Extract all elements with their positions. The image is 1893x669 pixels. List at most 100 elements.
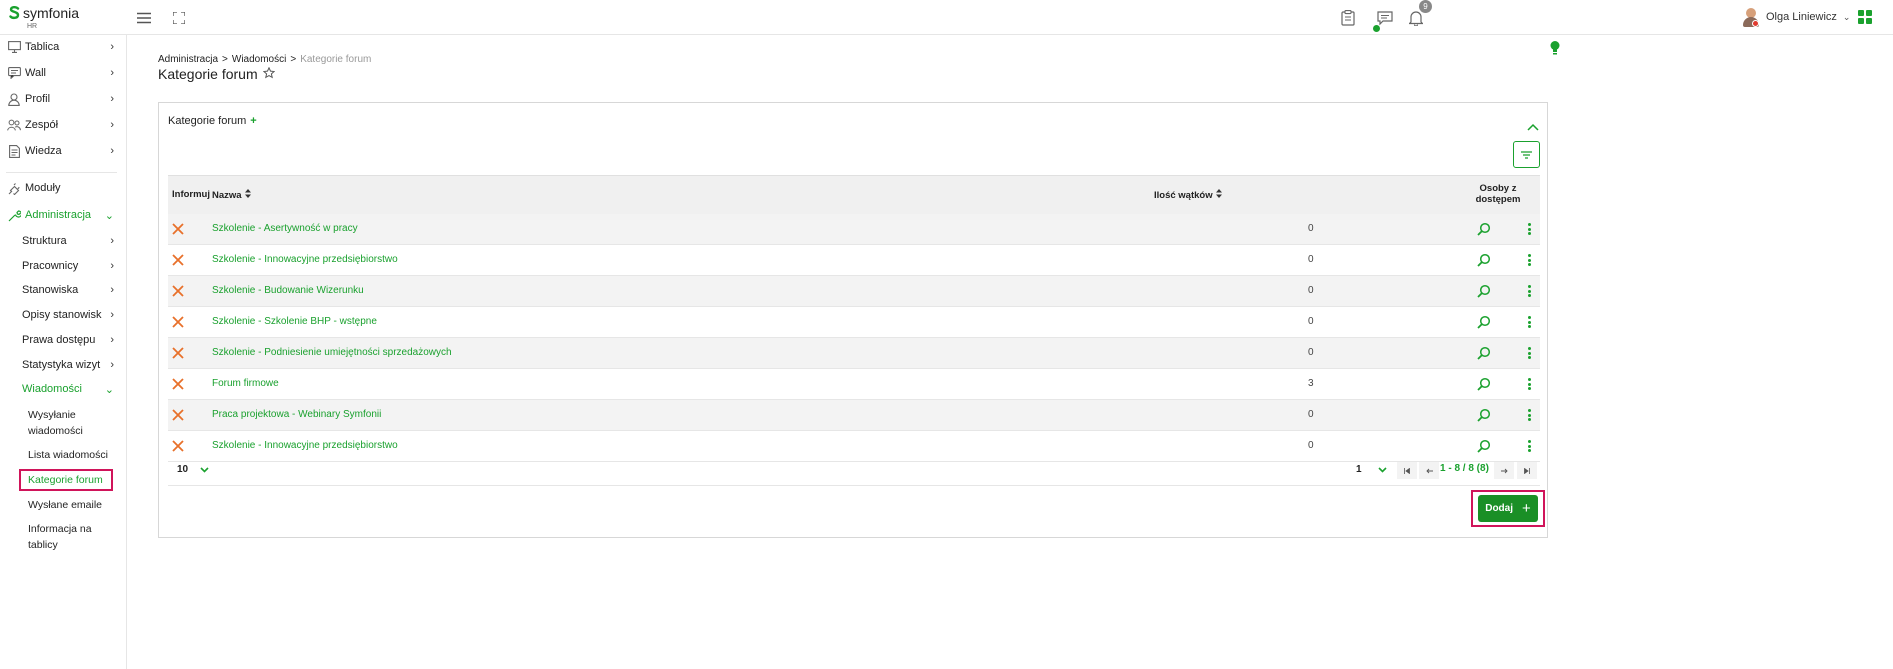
chat-icon[interactable] xyxy=(1372,8,1395,33)
search-icon[interactable] xyxy=(1477,222,1491,236)
breadcrumb-wiadomosci[interactable]: Wiadomości xyxy=(232,54,286,65)
column-ilosc-watkow[interactable]: Ilość wątków xyxy=(1154,189,1222,201)
breadcrumb-separator: > xyxy=(222,54,228,65)
sidebar-sub-kategorie-forum[interactable]: Kategorie forum xyxy=(28,472,123,488)
clipboard-icon[interactable] xyxy=(1338,8,1358,28)
column-nazwa[interactable]: Nazwa xyxy=(212,189,251,201)
sidebar-sub-pracownicy[interactable]: Pracownicy › xyxy=(22,260,127,272)
table-row: Praca projektowa - Webinary Symfonii 0 xyxy=(168,400,1540,431)
fullscreen-icon[interactable] xyxy=(169,8,189,28)
search-icon[interactable] xyxy=(1477,408,1491,422)
lightbulb-icon[interactable] xyxy=(1549,40,1561,56)
sidebar-item-moduly[interactable]: Moduły xyxy=(0,177,127,199)
sidebar-sub-label: Statystyka wizyt xyxy=(22,359,101,371)
sort-icon[interactable] xyxy=(244,189,251,201)
close-icon[interactable] xyxy=(172,285,184,297)
notifications-badge: 9 xyxy=(1419,0,1432,13)
sidebar-item-wall[interactable]: Wall › xyxy=(0,62,127,84)
category-name-link[interactable]: Szkolenie - Szkolenie BHP - wstępne xyxy=(212,316,377,327)
sidebar-sub-statystyka-wizyt[interactable]: Statystyka wizyt › xyxy=(22,359,127,371)
top-bar: symfonia HR 9 Olga Liniewicz ⌄ xyxy=(0,0,1893,35)
sidebar-sub-wyslane-emaile[interactable]: Wysłane emaile xyxy=(28,497,123,513)
sidebar-sub-wysylanie-wiadomosci[interactable]: Wysyłanie wiadomości xyxy=(28,407,123,439)
more-vertical-icon[interactable] xyxy=(1526,377,1532,391)
search-icon[interactable] xyxy=(1477,315,1491,329)
category-name-link[interactable]: Szkolenie - Budowanie Wizerunku xyxy=(212,285,364,296)
sidebar-sub-label: Pracownicy xyxy=(22,260,79,272)
column-informuj: Informuj xyxy=(172,189,210,200)
more-vertical-icon[interactable] xyxy=(1526,408,1532,422)
bell-icon[interactable]: 9 xyxy=(1406,0,1432,28)
breadcrumb-administracja[interactable]: Administracja xyxy=(158,54,218,65)
close-icon[interactable] xyxy=(172,440,184,452)
per-page-select[interactable]: 10 xyxy=(169,460,211,479)
thread-count: 0 xyxy=(1308,223,1314,234)
sidebar-item-profil[interactable]: Profil › xyxy=(0,88,127,110)
column-label: Informuj xyxy=(172,189,210,200)
sidebar-item-label: Wiedza xyxy=(25,145,62,157)
category-name-link[interactable]: Szkolenie - Asertywność w pracy xyxy=(212,223,358,234)
category-name-link[interactable]: Szkolenie - Podniesienie umiejętności sp… xyxy=(212,347,452,358)
more-vertical-icon[interactable] xyxy=(1526,439,1532,453)
chevron-up-icon[interactable] xyxy=(1527,119,1539,131)
first-page-icon[interactable] xyxy=(1397,462,1417,479)
sidebar-sub-struktura[interactable]: Struktura › xyxy=(22,235,127,247)
thread-count: 0 xyxy=(1308,409,1314,420)
sidebar-divider xyxy=(6,172,117,173)
search-icon[interactable] xyxy=(1477,377,1491,391)
sort-icon[interactable] xyxy=(1215,189,1222,201)
add-button[interactable]: Dodaj + xyxy=(1478,495,1538,522)
more-vertical-icon[interactable] xyxy=(1526,346,1532,360)
sidebar-sub-wiadomosci[interactable]: Wiadomości ⌄ xyxy=(22,383,127,396)
category-name-link[interactable]: Praca projektowa - Webinary Symfonii xyxy=(212,409,381,420)
category-name-link[interactable]: Forum firmowe xyxy=(212,378,279,389)
sidebar: Tablica › Wall › Profil › Zespół › Wiedz… xyxy=(0,35,127,669)
filter-icon xyxy=(1521,147,1532,162)
search-icon[interactable] xyxy=(1477,284,1491,298)
star-icon[interactable] xyxy=(262,66,275,82)
search-icon[interactable] xyxy=(1477,346,1491,360)
apps-grid-icon[interactable] xyxy=(1858,10,1873,24)
column-osoby-z-dostepem: Osoby z dostępem xyxy=(1458,183,1538,205)
close-icon[interactable] xyxy=(172,347,184,359)
close-icon[interactable] xyxy=(172,378,184,390)
more-vertical-icon[interactable] xyxy=(1526,222,1532,236)
sidebar-sub-informacja-na-tablicy[interactable]: Informacja na tablicy xyxy=(28,521,123,553)
sidebar-item-wiedza[interactable]: Wiedza › xyxy=(0,140,127,162)
more-vertical-icon[interactable] xyxy=(1526,315,1532,329)
close-icon[interactable] xyxy=(172,254,184,266)
search-icon[interactable] xyxy=(1477,253,1491,267)
wall-icon xyxy=(7,66,21,80)
close-icon[interactable] xyxy=(172,409,184,421)
sidebar-item-administracja[interactable]: Administracja ⌄ xyxy=(0,204,127,226)
filter-button[interactable] xyxy=(1513,141,1540,168)
add-category-icon[interactable]: + xyxy=(250,115,256,127)
next-page-icon[interactable] xyxy=(1494,462,1514,479)
table-row: Szkolenie - Szkolenie BHP - wstępne 0 xyxy=(168,307,1540,338)
sidebar-sub-stanowiska[interactable]: Stanowiska › xyxy=(22,284,127,296)
search-icon[interactable] xyxy=(1477,439,1491,453)
sidebar-sub-lista-wiadomosci[interactable]: Lista wiadomości xyxy=(28,447,123,463)
brand-product: HR xyxy=(27,23,38,30)
category-name-link[interactable]: Szkolenie - Innowacyjne przedsiębiorstwo xyxy=(212,440,398,451)
last-page-icon[interactable] xyxy=(1517,462,1537,479)
categories-table: Informuj Nazwa Ilość wątków Osoby z dost… xyxy=(168,175,1540,462)
category-name-link[interactable]: Szkolenie - Innowacyjne przedsiębiorstwo xyxy=(212,254,398,265)
sidebar-item-zespol[interactable]: Zespół › xyxy=(0,114,127,136)
hamburger-menu-icon[interactable] xyxy=(134,8,154,28)
sidebar-sub-opisy-stanowisk[interactable]: Opisy stanowisk › xyxy=(22,309,127,321)
more-vertical-icon[interactable] xyxy=(1526,284,1532,298)
sidebar-item-tablica[interactable]: Tablica › xyxy=(0,36,127,58)
user-menu[interactable]: Olga Liniewicz ⌄ xyxy=(1742,6,1873,28)
close-icon[interactable] xyxy=(172,316,184,328)
symfonia-logo[interactable]: symfonia HR xyxy=(9,6,79,30)
page-select[interactable]: 1 xyxy=(1348,460,1390,479)
close-icon[interactable] xyxy=(172,223,184,235)
sidebar-sub-prawa-dostepu[interactable]: Prawa dostępu › xyxy=(22,334,127,346)
chevron-right-icon: › xyxy=(110,284,114,296)
prev-page-icon[interactable] xyxy=(1419,462,1439,479)
sidebar-item-label: Wall xyxy=(25,67,46,79)
more-vertical-icon[interactable] xyxy=(1526,253,1532,267)
table-row: Szkolenie - Asertywność w pracy 0 xyxy=(168,214,1540,245)
table-row: Szkolenie - Budowanie Wizerunku 0 xyxy=(168,276,1540,307)
